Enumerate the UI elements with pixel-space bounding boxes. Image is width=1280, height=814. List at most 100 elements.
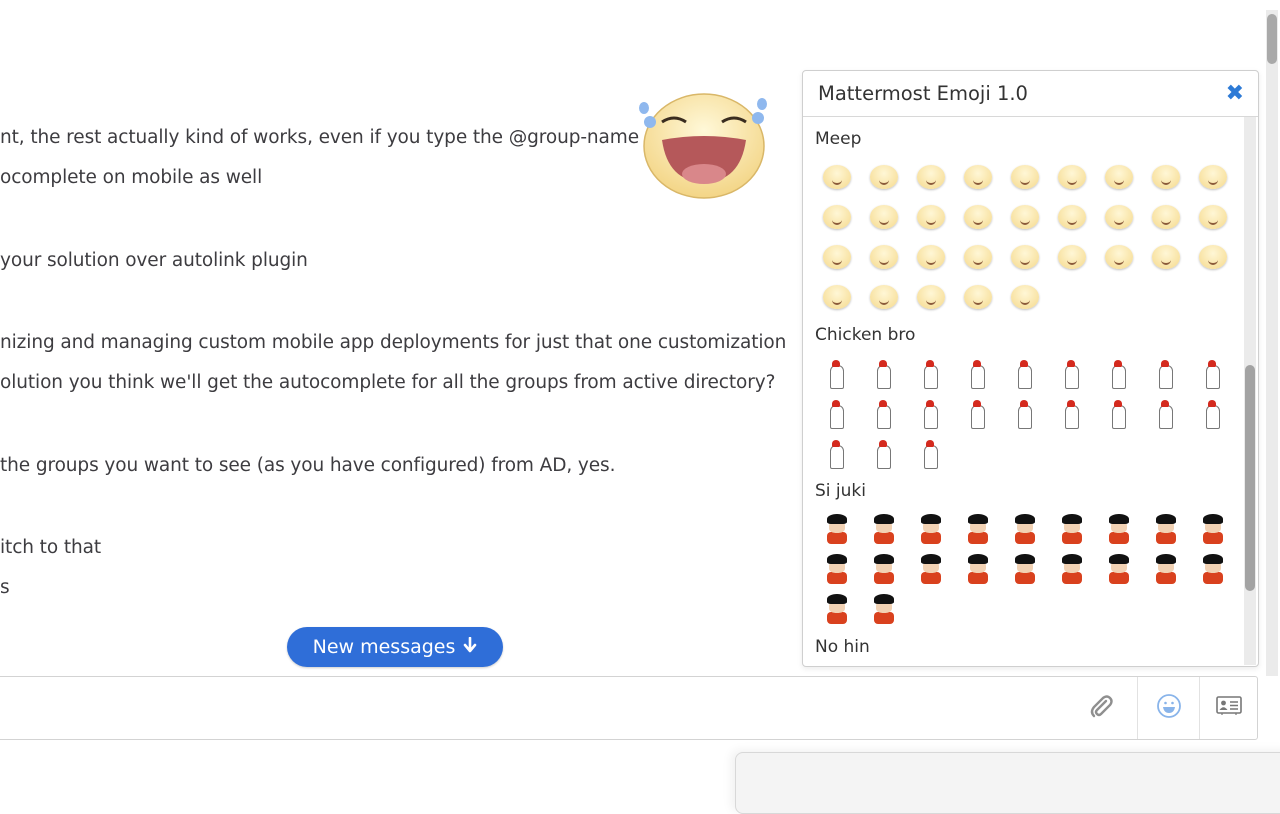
emoji-picker-scrollbar[interactable] <box>1244 117 1256 665</box>
chick-sticker-icon <box>869 437 899 469</box>
sticker-item[interactable] <box>954 509 1001 549</box>
sticker-item[interactable] <box>907 237 954 277</box>
sticker-item[interactable] <box>907 393 954 433</box>
sticker-item[interactable] <box>813 433 860 473</box>
sticker-item[interactable] <box>1001 237 1048 277</box>
face-sticker-icon <box>963 165 992 189</box>
close-icon[interactable]: ✖ <box>1226 82 1244 105</box>
sticker-item[interactable] <box>1001 549 1048 589</box>
sticker-item[interactable] <box>1142 393 1189 433</box>
sticker-item[interactable] <box>907 353 954 393</box>
attach-button[interactable] <box>1083 691 1119 727</box>
chick-sticker-icon <box>822 357 852 389</box>
sticker-item[interactable] <box>954 157 1001 197</box>
sticker-item[interactable] <box>1001 393 1048 433</box>
sticker-item[interactable] <box>1189 353 1236 393</box>
sticker-item[interactable] <box>1189 393 1236 433</box>
sticker-item[interactable] <box>1142 197 1189 237</box>
sticker-item[interactable] <box>813 353 860 393</box>
page-scrollbar-thumb[interactable] <box>1267 14 1277 64</box>
sticker-item[interactable] <box>860 433 907 473</box>
sticker-item[interactable] <box>954 393 1001 433</box>
sticker-item[interactable] <box>954 353 1001 393</box>
sticker-item[interactable] <box>860 353 907 393</box>
sticker-item[interactable] <box>1001 277 1048 317</box>
sticker-item[interactable] <box>954 277 1001 317</box>
sticker-item[interactable] <box>860 197 907 237</box>
juki-sticker-icon <box>963 513 993 545</box>
sticker-item[interactable] <box>813 589 860 629</box>
face-sticker-icon <box>822 285 851 309</box>
sticker-item[interactable] <box>907 509 954 549</box>
sticker-item[interactable] <box>813 197 860 237</box>
sticker-item[interactable] <box>813 509 860 549</box>
sticker-item[interactable] <box>1001 157 1048 197</box>
laughing-tears-sticker-icon <box>634 86 770 200</box>
emoji-button[interactable] <box>1137 677 1200 739</box>
sticker-item[interactable] <box>1142 509 1189 549</box>
juki-sticker-icon <box>822 513 852 545</box>
new-messages-button[interactable]: New messages <box>287 627 503 667</box>
sticker-item[interactable] <box>813 237 860 277</box>
sticker-item[interactable] <box>860 549 907 589</box>
emoji-picker-title: Mattermost Emoji 1.0 <box>818 82 1028 105</box>
sticker-item[interactable] <box>954 237 1001 277</box>
sticker-item[interactable] <box>1142 353 1189 393</box>
sticker-item[interactable] <box>954 549 1001 589</box>
face-sticker-icon <box>1151 205 1180 229</box>
contact-card-button[interactable] <box>1199 677 1258 739</box>
sticker-item[interactable] <box>907 277 954 317</box>
face-sticker-icon <box>1198 205 1227 229</box>
chick-sticker-icon <box>869 357 899 389</box>
sticker-item[interactable] <box>1189 237 1236 277</box>
sticker-item[interactable] <box>1001 353 1048 393</box>
sticker-item[interactable] <box>1048 353 1095 393</box>
sticker-item[interactable] <box>1048 157 1095 197</box>
sticker-item[interactable] <box>907 549 954 589</box>
sticker-item[interactable] <box>1189 197 1236 237</box>
sticker-item[interactable] <box>1189 157 1236 197</box>
sticker-item[interactable] <box>813 393 860 433</box>
sticker-item[interactable] <box>860 277 907 317</box>
sticker-item[interactable] <box>860 509 907 549</box>
sticker-item[interactable] <box>1095 353 1142 393</box>
emoji-picker-scrollbar-thumb[interactable] <box>1245 365 1255 591</box>
sticker-item[interactable] <box>1001 197 1048 237</box>
face-sticker-icon <box>822 245 851 269</box>
sticker-item[interactable] <box>1095 197 1142 237</box>
sticker-item[interactable] <box>1142 549 1189 589</box>
sticker-item[interactable] <box>813 157 860 197</box>
sticker-item[interactable] <box>1095 549 1142 589</box>
sticker-item[interactable] <box>1142 237 1189 277</box>
sticker-item[interactable] <box>907 433 954 473</box>
sticker-item[interactable] <box>1048 509 1095 549</box>
sticker-item[interactable] <box>1095 509 1142 549</box>
sticker-item[interactable] <box>907 157 954 197</box>
sticker-item[interactable] <box>860 157 907 197</box>
sticker-item[interactable] <box>1142 157 1189 197</box>
chick-sticker-icon <box>1057 357 1087 389</box>
emoji-picker-header: Mattermost Emoji 1.0 ✖ <box>803 71 1258 117</box>
message-input[interactable] <box>7 677 1071 741</box>
sticker-item[interactable] <box>1001 509 1048 549</box>
sticker-item[interactable] <box>860 237 907 277</box>
emoji-section-title: Meep <box>815 129 862 149</box>
sticker-item[interactable] <box>907 197 954 237</box>
sticker-item[interactable] <box>1095 393 1142 433</box>
sticker-item[interactable] <box>1189 549 1236 589</box>
sticker-item[interactable] <box>1048 197 1095 237</box>
chick-sticker-icon <box>1104 357 1134 389</box>
sticker-item[interactable] <box>1048 237 1095 277</box>
sticker-item[interactable] <box>1048 393 1095 433</box>
sticker-item[interactable] <box>813 549 860 589</box>
sticker-item[interactable] <box>860 393 907 433</box>
page-scrollbar[interactable] <box>1266 10 1278 676</box>
sticker-item[interactable] <box>1048 549 1095 589</box>
sticker-item[interactable] <box>860 589 907 629</box>
sticker-item[interactable] <box>813 277 860 317</box>
sticker-item[interactable] <box>1095 237 1142 277</box>
sticker-item[interactable] <box>1095 157 1142 197</box>
face-sticker-icon <box>916 245 945 269</box>
sticker-item[interactable] <box>954 197 1001 237</box>
sticker-item[interactable] <box>1189 509 1236 549</box>
